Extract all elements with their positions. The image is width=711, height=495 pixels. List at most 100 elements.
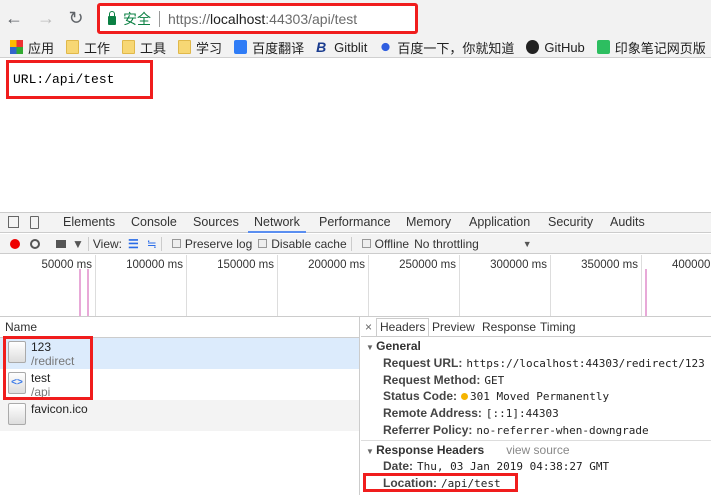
devtools-panel: Elements Console Sources Network Perform… [0, 212, 711, 495]
bookmark-github[interactable]: GitHub [526, 40, 585, 55]
close-icon[interactable]: × [365, 320, 372, 334]
disable-cache-checkbox[interactable] [258, 239, 268, 248]
tab-sources[interactable]: Sources [193, 215, 239, 229]
url-scheme: https:// [168, 10, 211, 27]
timeline-overview[interactable]: 50000 ms 100000 ms 150000 ms 200000 ms 2… [0, 255, 711, 317]
document-icon [8, 403, 26, 425]
folder-icon [178, 40, 192, 54]
view-source-link[interactable]: view source [506, 443, 569, 457]
tab-security[interactable]: Security [548, 215, 593, 229]
header-key: Status Code: [383, 389, 458, 403]
bookmark-study[interactable]: 学习 [178, 38, 222, 57]
offline-checkbox[interactable] [361, 239, 371, 248]
grid-line [641, 255, 642, 316]
preserve-log-checkbox[interactable] [171, 239, 181, 248]
request-row[interactable]: favicon.ico [0, 400, 359, 431]
header-value: https://localhost:44303/redirect/123 [466, 357, 705, 370]
header-key: Referrer Policy: [383, 423, 473, 437]
offline-label: Offline [374, 236, 410, 251]
secure-label: 安全 [123, 10, 151, 27]
header-row: Request URL: https://localhost:44303/redi… [383, 356, 705, 370]
tick-label: 100000 ms [126, 259, 183, 271]
network-toolbar: ▼ View: ☰ ≒ Preserve log Disable cache O… [0, 234, 711, 254]
inspect-icon[interactable] [8, 216, 19, 228]
throttling-select[interactable]: No throttling [414, 237, 479, 251]
forward-button[interactable]: → [36, 8, 56, 29]
baidu-icon [379, 40, 393, 54]
tick-label: 300000 ms [490, 259, 547, 271]
bookmark-label: 百度翻译 [252, 40, 305, 56]
bookmark-label: Gitblit [334, 39, 368, 55]
name-column-header[interactable]: Name [5, 320, 37, 334]
bookmark-work[interactable]: 工作 [66, 38, 110, 57]
tab-network[interactable]: Network [248, 215, 306, 233]
tab-console[interactable]: Console [131, 215, 177, 229]
header-key: Request Method: [383, 373, 481, 387]
bookmark-label: 百度一下，你就知道 [397, 40, 515, 56]
highlight-box [363, 473, 518, 492]
disable-cache-label: Disable cache [271, 236, 347, 251]
header-value: 301 Moved Permanently [470, 390, 610, 403]
chevron-down-icon[interactable]: ▼ [523, 239, 532, 249]
load-marker [79, 269, 81, 316]
folder-icon [122, 40, 136, 54]
divider [361, 440, 711, 441]
tab-audits[interactable]: Audits [610, 215, 645, 229]
filter-icon[interactable]: ▼ [72, 237, 84, 251]
device-toggle-icon[interactable] [30, 216, 39, 229]
record-icon[interactable] [10, 238, 20, 249]
bookmark-baidu[interactable]: 百度一下，你就知道 [379, 38, 514, 57]
folder-icon [66, 40, 80, 54]
tab-timing[interactable]: Timing [540, 320, 576, 334]
header-value: [::1]:44303 [485, 407, 559, 420]
divider [350, 236, 352, 251]
waterfall-icon[interactable]: ≒ [147, 237, 157, 251]
bookmark-gitblit[interactable]: B Gitblit [316, 40, 367, 55]
tab-elements[interactable]: Elements [63, 215, 115, 229]
bookmark-evernote[interactable]: 印象笔记网页版 [596, 38, 706, 57]
bookmark-label: 工作 [84, 40, 111, 56]
response-headers-toggle[interactable]: ▼ Response Headers view source [366, 443, 570, 457]
reload-button[interactable]: ↻ [66, 8, 86, 29]
preserve-log-label: Preserve log [184, 236, 253, 251]
gitblit-icon: B [316, 39, 327, 55]
divider [87, 236, 89, 251]
load-marker [645, 269, 647, 316]
header-row: Referrer Policy: no-referrer-when-downgra… [383, 423, 649, 437]
header-row: Date: Thu, 03 Jan 2019 04:38:27 GMT [383, 459, 609, 473]
view-label: View: [92, 236, 123, 251]
large-rows-icon[interactable]: ☰ [128, 237, 139, 251]
divider [361, 336, 711, 337]
url-path: :44303/api/test [265, 10, 358, 27]
bookmark-baidu-translate[interactable]: 百度翻译 [234, 38, 304, 57]
general-section-toggle[interactable]: ▼ General [366, 339, 421, 353]
header-value: GET [484, 374, 505, 387]
tick-label: 150000 ms [217, 259, 274, 271]
load-marker [87, 269, 89, 316]
clear-icon[interactable] [30, 238, 40, 249]
tab-preview[interactable]: Preview [432, 320, 475, 334]
browser-toolbar: ← → ↻ 安全 https://localhost:44303/api/tes… [0, 0, 711, 58]
back-button[interactable]: ← [4, 8, 24, 29]
tick-label: 250000 ms [399, 259, 456, 271]
tab-performance[interactable]: Performance [319, 215, 391, 229]
evernote-icon [596, 40, 610, 54]
header-key: Date: [383, 459, 414, 473]
tab-application[interactable]: Application [469, 215, 530, 229]
tick-label: 350000 ms [581, 259, 638, 271]
tab-response[interactable]: Response [482, 320, 536, 334]
address-bar[interactable]: 安全 https://localhost:44303/api/test [97, 3, 418, 34]
tick-label: 200000 ms [308, 259, 365, 271]
apps-icon [10, 40, 23, 54]
bookmark-label: 印象笔记网页版 [614, 40, 706, 56]
bookmark-apps[interactable]: 应用 [10, 38, 54, 57]
header-value: no-referrer-when-downgrade [476, 424, 649, 437]
github-icon [526, 40, 540, 54]
tab-memory[interactable]: Memory [406, 215, 451, 229]
devtools-tabs: Elements Console Sources Network Perform… [0, 213, 711, 233]
tab-headers[interactable]: Headers [376, 318, 430, 336]
header-key: Request URL: [383, 356, 463, 370]
camera-icon[interactable] [56, 239, 66, 248]
bookmark-tools[interactable]: 工具 [122, 38, 166, 57]
url-host: localhost [210, 10, 266, 27]
